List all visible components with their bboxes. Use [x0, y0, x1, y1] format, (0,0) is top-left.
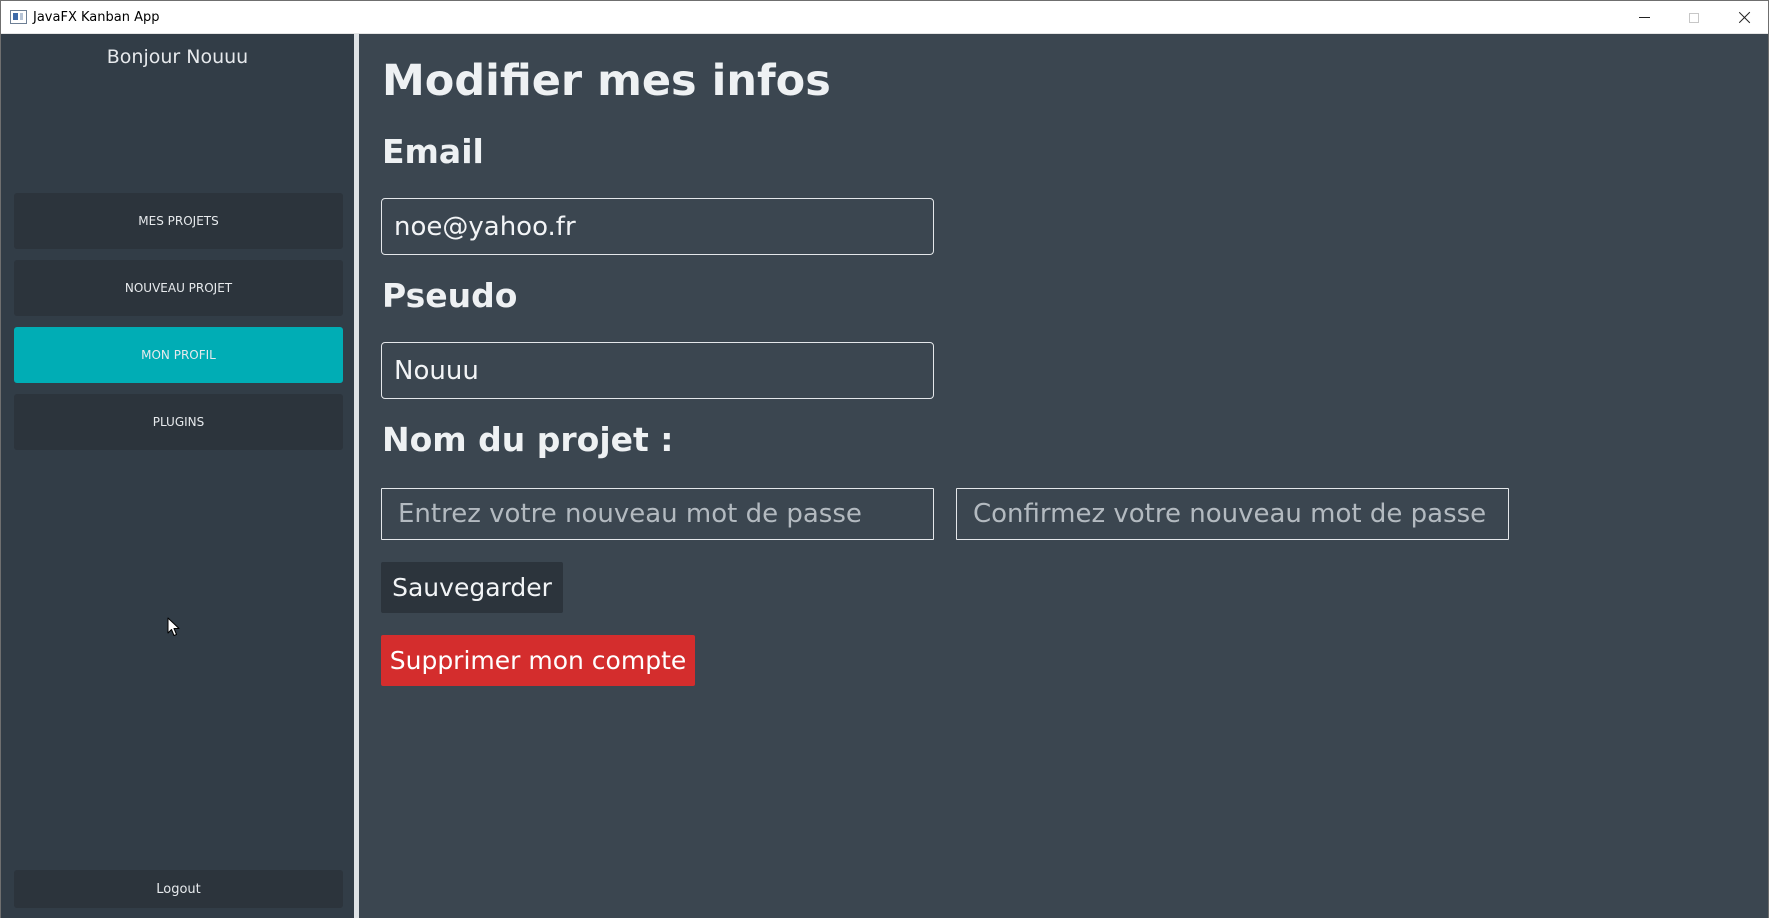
password-section-label: Nom du projet :	[382, 420, 674, 459]
sidebar-item-mon-profil[interactable]: MON PROFIL	[14, 327, 343, 383]
page-title: Modifier mes infos	[382, 56, 831, 106]
email-field[interactable]	[381, 198, 934, 255]
save-button-label: Sauvegarder	[392, 573, 552, 602]
sidebar-item-nouveau-projet[interactable]: NOUVEAU PROJET	[14, 260, 343, 316]
maximize-button[interactable]	[1669, 1, 1719, 34]
sidebar-item-label: MES PROJETS	[138, 214, 219, 228]
close-icon	[1738, 11, 1751, 24]
sidebar: Bonjour Nouuu MES PROJETS NOUVEAU PROJET…	[1, 34, 354, 918]
close-button[interactable]	[1719, 1, 1769, 34]
save-button[interactable]: Sauvegarder	[381, 562, 563, 613]
minimize-button[interactable]	[1619, 1, 1669, 34]
pseudo-field[interactable]	[381, 342, 934, 399]
title-bar: JavaFX Kanban App	[1, 1, 1768, 34]
logout-label: Logout	[156, 881, 201, 897]
sidebar-item-label: PLUGINS	[152, 415, 205, 429]
sidebar-item-label: MON PROFIL	[141, 348, 216, 362]
main-content: Modifier mes infos Email Pseudo Nom du p…	[359, 34, 1768, 918]
delete-account-button-label: Supprimer mon compte	[389, 646, 687, 675]
delete-account-button[interactable]: Supprimer mon compte	[381, 635, 695, 686]
greeting-text: Bonjour Nouuu	[106, 46, 249, 68]
sidebar-item-label: NOUVEAU PROJET	[124, 281, 233, 295]
email-label: Email	[382, 132, 484, 171]
logout-button[interactable]: Logout	[14, 870, 343, 908]
app-window: JavaFX Kanban App Bonjour Nouuu MES PROJ…	[0, 0, 1769, 918]
new-password-field[interactable]	[381, 488, 934, 540]
mouse-pointer-icon	[167, 617, 180, 636]
sidebar-item-mes-projets[interactable]: MES PROJETS	[14, 193, 343, 249]
confirm-password-field[interactable]	[956, 488, 1509, 540]
app-window-icon	[10, 10, 27, 24]
pseudo-label: Pseudo	[382, 276, 518, 315]
minimize-icon	[1638, 17, 1650, 18]
window-title: JavaFX Kanban App	[33, 10, 160, 25]
sidebar-item-plugins[interactable]: PLUGINS	[14, 394, 343, 450]
maximize-icon	[1689, 12, 1699, 23]
